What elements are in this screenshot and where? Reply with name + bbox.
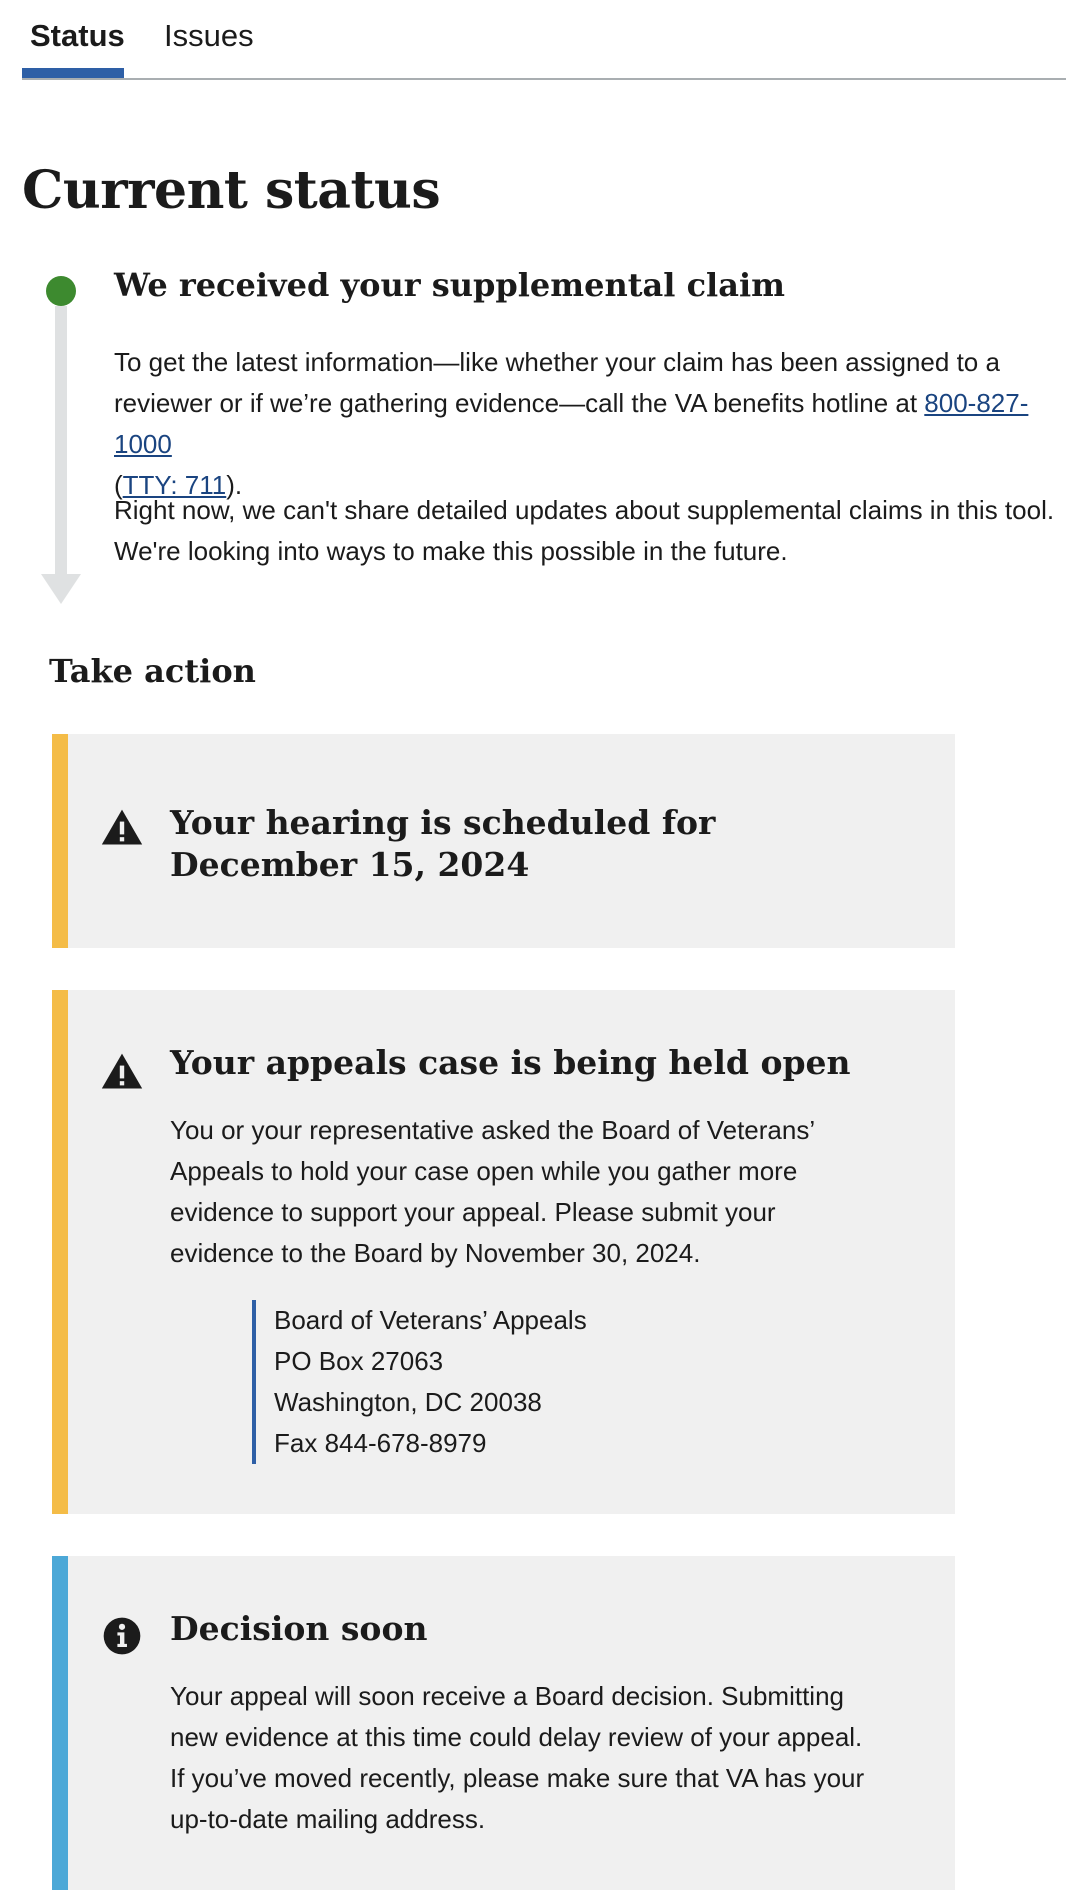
tab-status[interactable]: Status (30, 18, 125, 54)
page-title: Current status (22, 160, 441, 221)
alert-decision-soon: Decision soon Your appeal will soon rece… (52, 1556, 955, 1890)
board-address: Board of Veterans’ Appeals PO Box 27063 … (252, 1300, 587, 1464)
alert-bar (52, 1556, 68, 1890)
timeline-arrow-icon (41, 574, 81, 604)
tab-issues[interactable]: Issues (164, 18, 254, 54)
alert-title: Decision soon (170, 1609, 428, 1648)
status-step-info-text: To get the latest information—like wheth… (114, 347, 1000, 418)
status-step-info: To get the latest information—like wheth… (114, 342, 1074, 506)
alert-bar (52, 990, 68, 1514)
address-line: PO Box 27063 (274, 1346, 444, 1376)
info-icon (103, 1617, 141, 1655)
alert-body: You or your representative asked the Boa… (170, 1115, 815, 1268)
status-step-heading: We received your supplemental claim (114, 266, 785, 304)
alert-case-held-open: Your appeals case is being held open You… (52, 990, 955, 1514)
address-line: Fax 844-678-8979 (274, 1428, 487, 1458)
tab-bar: Status Issues (22, 0, 1066, 80)
alert-title: Your hearing is scheduled for December 1… (170, 803, 716, 884)
status-dot-icon (46, 276, 76, 306)
alert-title: Your appeals case is being held open (170, 1043, 851, 1082)
address-line: Board of Veterans’ Appeals (274, 1305, 587, 1335)
alert-body: Your appeal will soon receive a Board de… (170, 1681, 865, 1834)
timeline-line (55, 306, 67, 576)
address-line: Washington, DC 20038 (274, 1387, 542, 1417)
warning-icon (101, 809, 143, 845)
warning-icon (101, 1053, 143, 1089)
active-tab-indicator (22, 68, 124, 78)
alert-bar (52, 734, 68, 948)
alert-hearing-scheduled: Your hearing is scheduled for December 1… (52, 734, 955, 948)
status-step-note: Right now, we can't share detailed updat… (114, 495, 1055, 566)
take-action-heading: Take action (49, 652, 256, 690)
